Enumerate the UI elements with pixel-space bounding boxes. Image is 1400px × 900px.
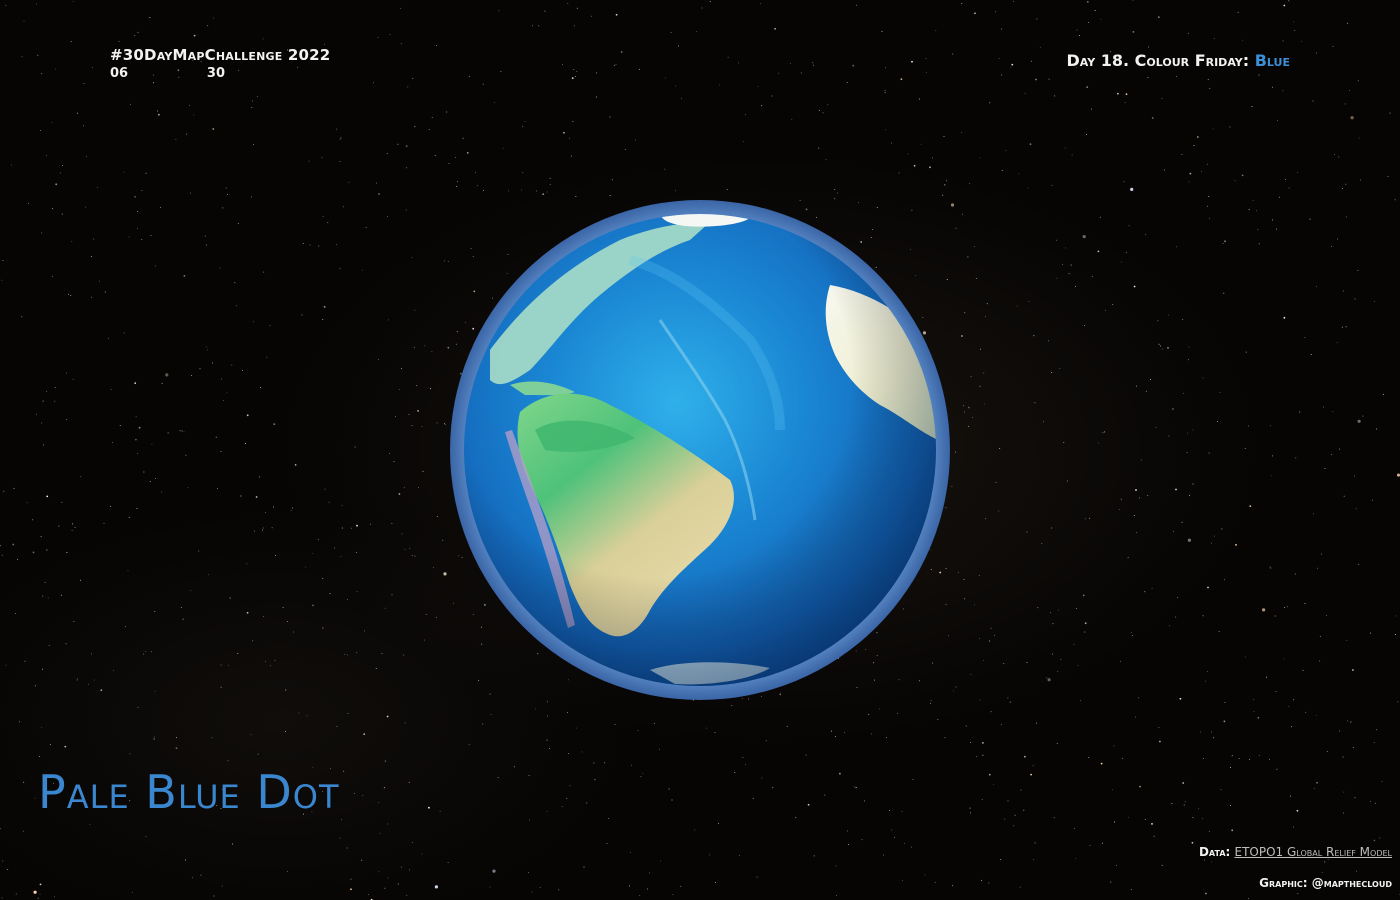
globe-svg bbox=[450, 200, 950, 700]
page-title: Pale Blue Dot bbox=[38, 765, 340, 819]
day-label-text: Day 18. Colour Friday: bbox=[1066, 51, 1250, 70]
globe bbox=[450, 200, 950, 700]
progress-current: 06 bbox=[110, 66, 129, 81]
map-poster: #30DayMapChallenge 2022 06 30 Day 18. Co… bbox=[0, 0, 1400, 900]
graphic-credit: Graphic: @mapthecloud bbox=[1259, 876, 1392, 890]
data-credit: Data: ETOPO1 Global Relief Model bbox=[1199, 845, 1392, 859]
data-credit-label: Data: bbox=[1198, 845, 1231, 859]
challenge-title: #30DayMapChallenge 2022 bbox=[110, 46, 331, 64]
data-source-link[interactable]: ETOPO1 Global Relief Model bbox=[1235, 845, 1393, 859]
challenge-progress: 06 30 bbox=[110, 66, 225, 81]
globe-shading bbox=[464, 214, 936, 686]
progress-total: 30 bbox=[206, 66, 225, 81]
day-theme: Blue bbox=[1254, 51, 1290, 70]
day-label: Day 18. Colour Friday: Blue bbox=[1066, 51, 1290, 70]
